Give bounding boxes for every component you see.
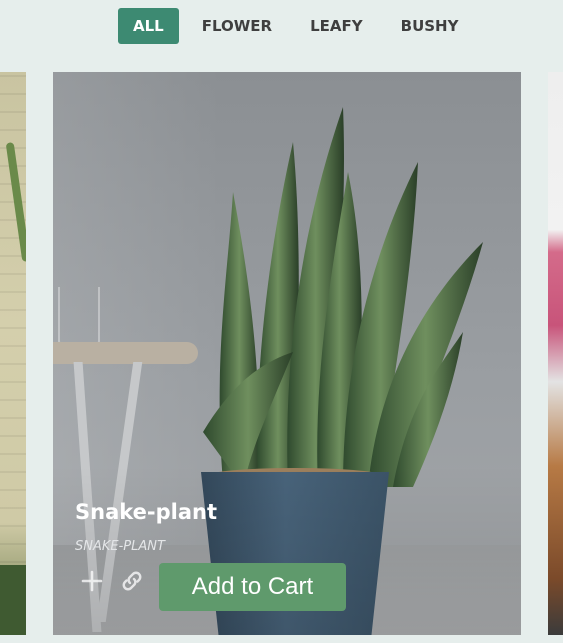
link-icon[interactable] (119, 568, 145, 594)
plus-icon[interactable] (79, 568, 105, 594)
product-card: Snake-plant SNAKE-PLANT Add to Cart (53, 72, 521, 635)
product-sku: SNAKE-PLANT (75, 539, 165, 554)
product-name[interactable]: Snake-plant (75, 500, 217, 524)
side-table-shape (53, 342, 198, 364)
next-product-card[interactable] (548, 72, 563, 635)
foliage-shape (0, 565, 26, 635)
previous-product-card[interactable] (0, 72, 26, 635)
glass-shape (58, 287, 100, 347)
filter-tabs: ALL FLOWER LEAFY BUSHY (118, 8, 481, 44)
filter-tab-leafy[interactable]: LEAFY (295, 8, 378, 44)
filter-tab-all[interactable]: ALL (118, 8, 179, 44)
leaf-shape (5, 142, 26, 262)
snake-plant-leaves (203, 107, 483, 487)
add-to-cart-button[interactable]: Add to Cart (159, 563, 346, 611)
filter-tab-bushy[interactable]: BUSHY (386, 8, 474, 44)
filter-tab-flower[interactable]: FLOWER (187, 8, 287, 44)
